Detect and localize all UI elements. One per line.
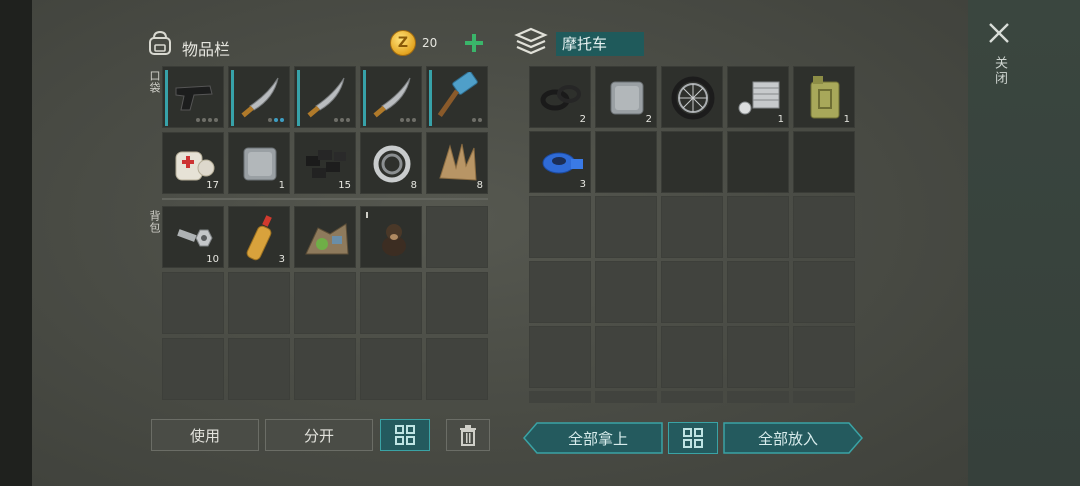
- container-stack-icon: [514, 27, 548, 55]
- close-label: 关闭: [992, 56, 1007, 86]
- slot-empty[interactable]: [793, 326, 855, 388]
- slot-empty[interactable]: [727, 131, 789, 193]
- grid-sort-icon: [395, 425, 415, 445]
- slot-wheel[interactable]: [661, 66, 723, 128]
- slot-empty[interactable]: [595, 261, 657, 323]
- right-panel: [968, 0, 1080, 486]
- slot-empty[interactable]: [162, 272, 224, 334]
- slot-empty[interactable]: [595, 326, 657, 388]
- close-icon: [989, 23, 1009, 43]
- slot-bolts[interactable]: 10: [162, 206, 224, 268]
- add-coins-button[interactable]: [462, 31, 486, 55]
- use-button[interactable]: 使用: [151, 419, 259, 451]
- slot-empty[interactable]: [228, 338, 290, 400]
- slot-empty[interactable]: [727, 196, 789, 258]
- split-button[interactable]: 分开: [265, 419, 373, 451]
- dog-icon: [366, 212, 406, 256]
- slot-bearing[interactable]: 8: [360, 132, 422, 194]
- slot-machete-1[interactable]: [228, 66, 290, 128]
- slot-empty[interactable]: [595, 131, 657, 193]
- pistol-icon: [175, 85, 213, 111]
- slot-empty[interactable]: [228, 272, 290, 334]
- slot-empty[interactable]: [661, 326, 723, 388]
- slot-empty[interactable]: [426, 338, 488, 400]
- slot-empty[interactable]: [661, 131, 723, 193]
- slot-dog[interactable]: [360, 206, 422, 268]
- coin-icon: Z: [390, 30, 416, 56]
- slot-empty[interactable]: [426, 272, 488, 334]
- slot-machete-3[interactable]: [360, 66, 422, 128]
- trash-icon: [460, 425, 476, 446]
- close-button[interactable]: 关闭: [986, 20, 1012, 100]
- slot-empty[interactable]: [727, 326, 789, 388]
- machete-icon: [307, 77, 345, 118]
- coin-count: 20: [422, 36, 438, 50]
- slot-jerry-can[interactable]: 1: [793, 66, 855, 128]
- pocket-label: 口袋: [148, 70, 161, 94]
- slot-empty[interactable]: [793, 196, 855, 258]
- slot-bandage[interactable]: 17: [162, 132, 224, 194]
- slot-empty[interactable]: [360, 338, 422, 400]
- take-all-label: 全部拿上: [567, 429, 628, 448]
- machete-icon: [373, 77, 411, 118]
- slot-scrap-pile[interactable]: [294, 206, 356, 268]
- backpack-label: 背包: [148, 210, 161, 234]
- slot-rubber-rings[interactable]: 2: [529, 66, 591, 128]
- slot-empty[interactable]: [529, 326, 591, 388]
- slot-metal-plate[interactable]: 2: [595, 66, 657, 128]
- inventory-title: 物品栏: [182, 40, 231, 59]
- plus-icon: [465, 34, 483, 52]
- delete-button[interactable]: [446, 419, 490, 451]
- hammer-icon: [437, 72, 478, 118]
- pocket-divider: [162, 198, 488, 200]
- take-all-button[interactable]: 全部拿上: [523, 422, 663, 454]
- slot-empty[interactable]: [426, 206, 488, 268]
- container-title[interactable]: 摩托车: [556, 32, 644, 56]
- put-all-button[interactable]: 全部放入: [723, 422, 863, 454]
- slot-coal[interactable]: 15: [294, 132, 356, 194]
- scrap-pile-icon: [305, 223, 349, 255]
- slot-duct-tape[interactable]: 3: [529, 131, 591, 193]
- wheel-icon: [671, 76, 715, 120]
- put-all-label: 全部放入: [757, 429, 818, 448]
- slot-plant-fiber[interactable]: 8: [426, 132, 488, 194]
- slot-empty[interactable]: [793, 131, 855, 193]
- slot-empty[interactable]: [529, 261, 591, 323]
- slot-empty[interactable]: [595, 196, 657, 258]
- sort-inventory-button[interactable]: [380, 419, 430, 451]
- grid-sort-icon: [683, 428, 703, 448]
- slot-hammer[interactable]: [426, 66, 488, 128]
- slot-empty[interactable]: [661, 261, 723, 323]
- slot-bottle[interactable]: 3: [228, 206, 290, 268]
- slot-empty[interactable]: [661, 196, 723, 258]
- slot-pistol[interactable]: [162, 66, 224, 128]
- slot-empty[interactable]: [162, 338, 224, 400]
- backpack-icon: [149, 30, 171, 55]
- machete-icon: [241, 77, 279, 118]
- slot-empty[interactable]: [294, 338, 356, 400]
- slot-empty[interactable]: [529, 196, 591, 258]
- slot-machete-2[interactable]: [294, 66, 356, 128]
- slot-empty[interactable]: [793, 261, 855, 323]
- slot-engine-cylinder[interactable]: 1: [727, 66, 789, 128]
- container-scroll-clip: [529, 391, 855, 403]
- sort-container-button[interactable]: [668, 422, 718, 454]
- slot-metal-plate[interactable]: 1: [228, 132, 290, 194]
- slot-empty[interactable]: [727, 261, 789, 323]
- slot-empty[interactable]: [360, 272, 422, 334]
- slot-empty[interactable]: [294, 272, 356, 334]
